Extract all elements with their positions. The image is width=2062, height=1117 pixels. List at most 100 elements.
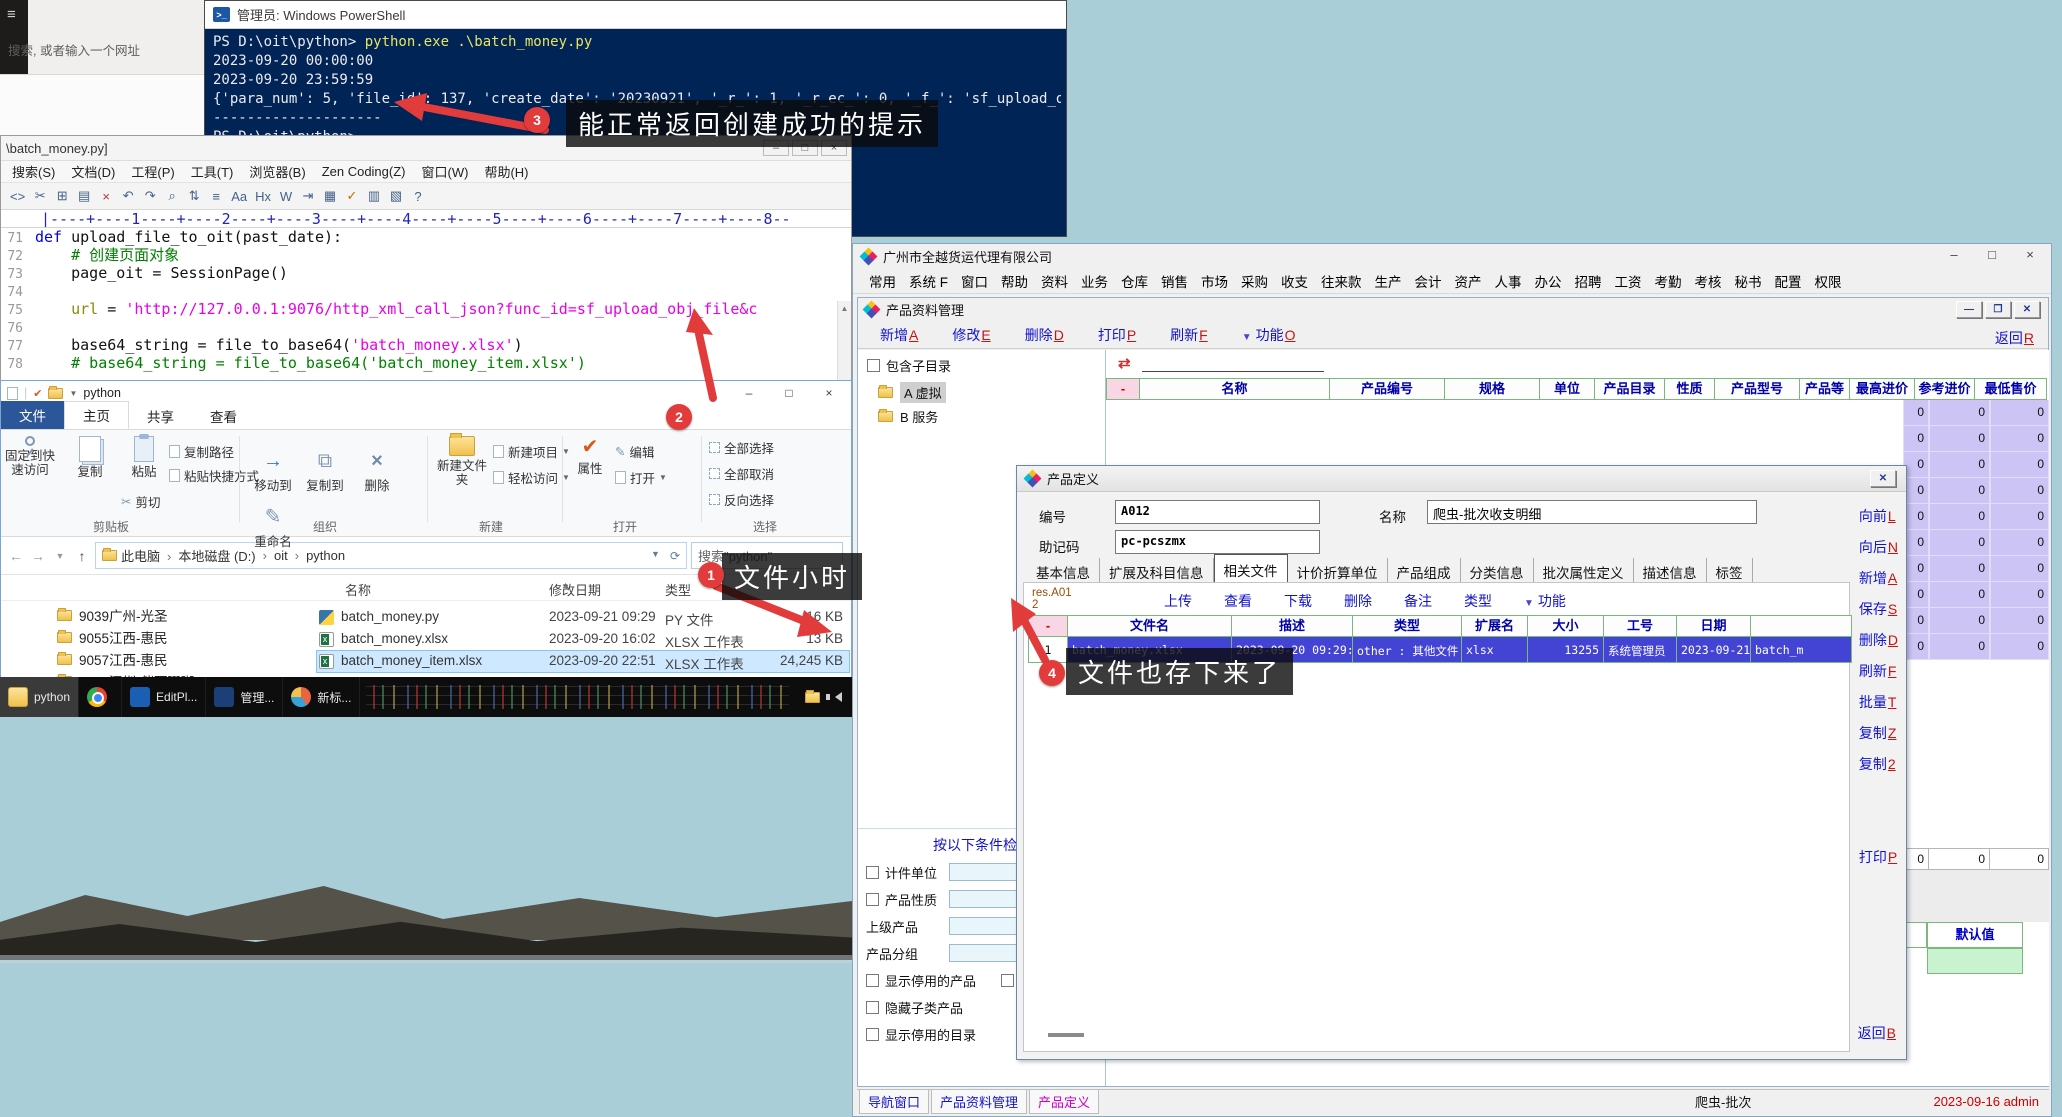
product-column-header[interactable]: 产品编号 (1330, 378, 1445, 400)
toolbar-link[interactable]: 新增A (880, 325, 918, 345)
editor-toolbar-icon[interactable]: Hx (252, 186, 274, 206)
product-tree-item[interactable]: B 服务 (878, 407, 938, 426)
dialog-side-button[interactable]: 复制2 (1859, 754, 1896, 774)
dialog-side-button[interactable]: 刷新F (1859, 661, 1897, 681)
column-date[interactable]: 修改日期 (549, 580, 601, 599)
erp-menu-item[interactable]: 往来款 (1315, 269, 1368, 293)
recent-caret-icon[interactable]: ▼ (51, 551, 69, 561)
back-link[interactable]: 返回R (1995, 328, 2034, 348)
erp-menu-item[interactable]: 系统 F (903, 269, 954, 293)
toolbar-link[interactable]: 删除D (1025, 325, 1064, 345)
files-column-header[interactable]: 文件名 (1068, 615, 1232, 637)
dialog-back-button[interactable]: 返回B (1858, 1023, 1896, 1043)
product-column-header[interactable]: 产品型号 (1715, 378, 1800, 400)
pin-quick-access-button[interactable]: 固定到快速访问 (3, 436, 57, 478)
maximize-icon[interactable]: □ (1977, 247, 2007, 262)
toolbar-link[interactable]: 功能O (1242, 325, 1296, 345)
product-row-prices[interactable]: 000 (1903, 504, 2049, 530)
erp-menu-item[interactable]: 办公 (1529, 269, 1568, 293)
product-row-prices[interactable]: 000 (1903, 634, 2049, 660)
up-icon[interactable]: ↑ (73, 548, 91, 564)
copy-button[interactable]: 复制 (63, 436, 117, 479)
erp-titlebar[interactable]: 广州市全越货运代理有限公司 – □ × (853, 244, 2051, 269)
product-column-header[interactable]: 规格 (1445, 378, 1540, 400)
files-column-header[interactable]: 扩展名 (1462, 615, 1528, 637)
speaker-icon[interactable] (830, 692, 842, 702)
dialog-side-button[interactable]: 批量T (1859, 692, 1897, 712)
erp-menu-item[interactable]: 收支 (1275, 269, 1314, 293)
file-toolbar-link[interactable]: 类型 (1464, 591, 1492, 611)
product-column-header[interactable]: 名称 (1140, 378, 1330, 400)
erp-menu-item[interactable]: 销售 (1155, 269, 1194, 293)
erp-menu-item[interactable]: 市场 (1195, 269, 1234, 293)
erp-menu-item[interactable]: 采购 (1235, 269, 1274, 293)
erp-menu-item[interactable]: 会计 (1409, 269, 1448, 293)
restore-icon[interactable]: ❐ (1985, 301, 2011, 318)
erp-menu-item[interactable]: 窗口 (955, 269, 994, 293)
editor-toolbar-icon[interactable]: W (276, 186, 296, 206)
dialog-titlebar[interactable]: 产品定义 ✕ (1017, 466, 1906, 492)
erp-menu-item[interactable]: 业务 (1075, 269, 1114, 293)
product-column-header[interactable]: 单位 (1540, 378, 1595, 400)
file-toolbar-link[interactable]: 查看 (1224, 591, 1252, 611)
column-name[interactable]: 名称 (345, 580, 371, 599)
organize-button[interactable]: 移动到 (247, 450, 299, 494)
refresh-icon[interactable]: ⟳ (670, 549, 680, 563)
editor-toolbar-icon[interactable]: ? (408, 186, 428, 206)
erp-menu-item[interactable]: 工资 (1609, 269, 1648, 293)
statusbar-tab[interactable]: 导航窗口 (859, 1089, 929, 1114)
editor-menu-item[interactable]: 工具(T) (184, 161, 241, 182)
statusbar-tab[interactable]: 产品资料管理 (931, 1089, 1027, 1114)
menu-hamburger-icon[interactable]: ≡ (7, 6, 16, 23)
maximize-icon[interactable]: □ (769, 383, 809, 403)
erp-menu-item[interactable]: 权限 (1809, 269, 1848, 293)
files-column-header[interactable]: 类型 (1353, 615, 1462, 637)
close-icon[interactable]: ✕ (1870, 470, 1896, 487)
files-column-header[interactable] (1751, 615, 1852, 637)
column-type[interactable]: 类型 (665, 580, 691, 599)
file-toolbar-link[interactable]: 删除 (1344, 591, 1372, 611)
editor-toolbar-icon[interactable]: ↶ (118, 186, 138, 206)
product-column-header[interactable]: 参考进价 (1915, 378, 1975, 400)
product-tree-item[interactable]: A 虚拟 (878, 382, 946, 403)
product-row-prices[interactable]: 000 (1903, 452, 2049, 478)
cut-button[interactable]: ✂剪切 (121, 492, 161, 511)
toolbar-link[interactable]: 修改E (952, 325, 990, 345)
file-toolbar-link[interactable]: 下载 (1284, 591, 1312, 611)
horizontal-scrollbar[interactable] (1048, 1033, 1084, 1037)
erp-menu-item[interactable]: 招聘 (1569, 269, 1608, 293)
checkbox-icon[interactable] (866, 1001, 879, 1014)
ribbon-tab[interactable]: 查看 (192, 403, 255, 429)
dialog-side-button[interactable]: 向前L (1859, 506, 1896, 526)
product-manager-titlebar[interactable]: 产品资料管理 — ❐ ✕ (858, 298, 2048, 321)
product-row-prices[interactable]: 000 (1903, 400, 2049, 426)
paste-button[interactable]: 粘贴 (117, 436, 171, 479)
name-field[interactable]: 爬虫-批次收支明细 (1427, 500, 1757, 524)
erp-menu-item[interactable]: 仓库 (1115, 269, 1154, 293)
default-value-cell[interactable] (1927, 948, 2023, 974)
editor-toolbar-icon[interactable]: ▤ (74, 186, 94, 206)
editor-toolbar-icon[interactable]: × (96, 186, 116, 206)
properties-button[interactable]: ✔ 属性 (568, 436, 612, 476)
editor-toolbar-icon[interactable]: ⇥ (298, 186, 318, 206)
filter-icon[interactable]: ⇄ (1118, 354, 1131, 372)
product-column-header[interactable]: 最低售价 (1975, 378, 2047, 400)
close-icon[interactable]: ✕ (2014, 301, 2040, 318)
editor-toolbar-icon[interactable]: ⇅ (184, 186, 204, 206)
dialog-side-button[interactable]: 复制Z (1859, 723, 1897, 743)
filter-input[interactable] (1142, 371, 1324, 372)
edit-button[interactable]: ✎编辑 (615, 442, 655, 461)
editor-toolbar-icon[interactable]: ↷ (140, 186, 160, 206)
toolbar-link[interactable]: 打印P (1098, 325, 1136, 345)
organize-button[interactable]: 重命名 (247, 504, 299, 550)
editor-scrollbar[interactable] (837, 301, 851, 380)
breadcrumb[interactable]: 此电脑本地磁盘 (D:)oitpython ▼ ⟳ (95, 542, 687, 569)
files-column-header[interactable]: 工号 (1604, 615, 1677, 637)
tree-folder-item[interactable]: 9057江西-惠民 (57, 649, 168, 669)
files-column-header[interactable]: 大小 (1528, 615, 1604, 637)
editor-menu-item[interactable]: 工程(P) (124, 161, 181, 182)
file-toolbar-link[interactable]: 上传 (1164, 591, 1192, 611)
forward-icon[interactable]: → (29, 548, 47, 564)
erp-menu-item[interactable]: 资料 (1035, 269, 1074, 293)
erp-menu-item[interactable]: 常用 (863, 269, 902, 293)
